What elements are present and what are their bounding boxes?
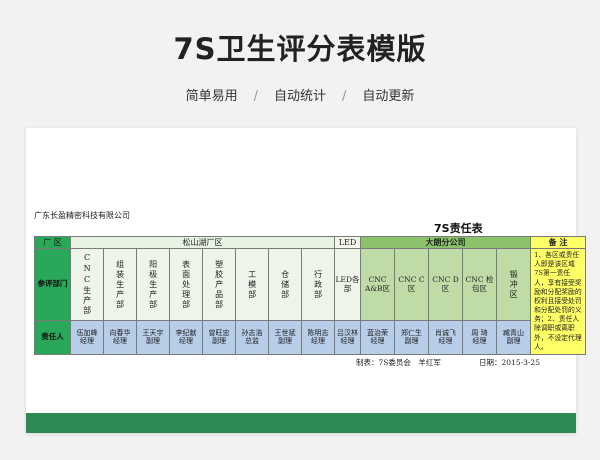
feature-list: 简单易用 / 自动统计 / 自动更新 [185,89,415,104]
dept-cell: 工模部 [235,247,269,322]
dept-row: 参评部门 CNC生产部 组装生产部 阳极生产部 表面处理部 塑胶产品部 工模部 … [34,247,587,355]
dept-cell: 阳极生产部 [136,247,170,322]
person-cell: 周 琦经理 [462,320,497,355]
person-cell: 孙志浩 总监 [235,320,269,355]
person-cell: 李纪献 经理 [169,320,203,355]
sheet-footer: 制表：7S委员会 羊红军 日期：2015-3-25 [34,357,570,369]
dept-row-label: 参评部门 [34,247,71,322]
feature-stats: 自动统计 [273,89,326,104]
person-cell: 陈明志 经理 [301,320,335,355]
person-cell: 蓝治荣 经理 [360,320,395,355]
company-name: 广东长盈精密科技有限公司 [34,211,130,220]
dept-cell: 表面处理部 [169,247,203,322]
dalang-header: 大朗分公司 [359,236,532,249]
feature-easy: 简单易用 [185,89,238,104]
person-cell: 肖诚飞 经理 [428,320,463,355]
dept-cell: CNC D区 [428,247,463,322]
dept-cell: CNC生产部 [70,247,104,322]
made-by: 制表：7S委员会 羊红军 [356,357,441,367]
person-cell: 向春华 经理 [103,320,137,355]
page-title: 7S卫生评分表模版 [173,32,427,66]
dept-cell: CNC C区 [394,247,429,322]
template-preview-card: 广东长盈精密科技有限公司 7S责任表 厂 区 松山湖厂区 LED 大朗分公司 备… [26,128,587,433]
dept-cell: 锻冲区 [495,247,532,322]
remark-header: 备 注 [530,236,587,249]
person-cell: 臧青山 副理 [495,320,532,355]
person-cell: 郑仁生 副理 [394,320,429,355]
header-row: 厂 区 松山湖厂区 LED 大朗分公司 备 注 [34,236,587,249]
card-bottom-band [26,413,576,433]
person-row: 责任人 伍加峰 经理 向春华 经理 王天宇 副理 李纪献 经理 曾旺忠 副理 孙志浩 总监 … [34,320,586,355]
area-label: 厂 区 [34,236,71,249]
dept-cell: 塑胶产品部 [202,247,236,322]
person-cell: 曾旺忠 副理 [202,320,236,355]
dept-cell: 仓储部 [268,247,302,322]
spreadsheet: 广东长盈精密科技有限公司 7S责任表 厂 区 松山湖厂区 LED 大朗分公司 备… [34,210,587,369]
feature-update: 自动更新 [362,89,415,104]
dept-cell: 组装生产部 [103,247,137,322]
sheet-title: 7S责任表 [434,222,483,235]
remark-note: 1、各区或责任人即是该区域7S第一责任人，享有接受奖励和分配奖励的权利且接受处罚… [530,248,587,355]
made-date: 日期：2015-3-25 [479,357,540,367]
person-cell: 伍加峰 经理 [70,320,104,355]
person-cell: 吕汉林 经理 [334,320,361,355]
person-cell: 王天宇 副理 [136,320,170,355]
person-cell: 王世斌 副理 [268,320,302,355]
dept-cell: 行政部 [301,247,335,322]
songshan-header: 松山湖厂区 [70,236,335,249]
dept-cell: CNC A&B区 [360,247,395,322]
led-header: LED [334,236,361,249]
person-row-label: 责任人 [34,320,71,355]
dept-cell: LED各部 [334,247,361,322]
responsibility-table: 厂 区 松山湖厂区 LED 大朗分公司 备 注 参评部门 CNC生产部 组装生产… [34,236,587,355]
dept-cell: CNC 检包区 [462,247,497,322]
